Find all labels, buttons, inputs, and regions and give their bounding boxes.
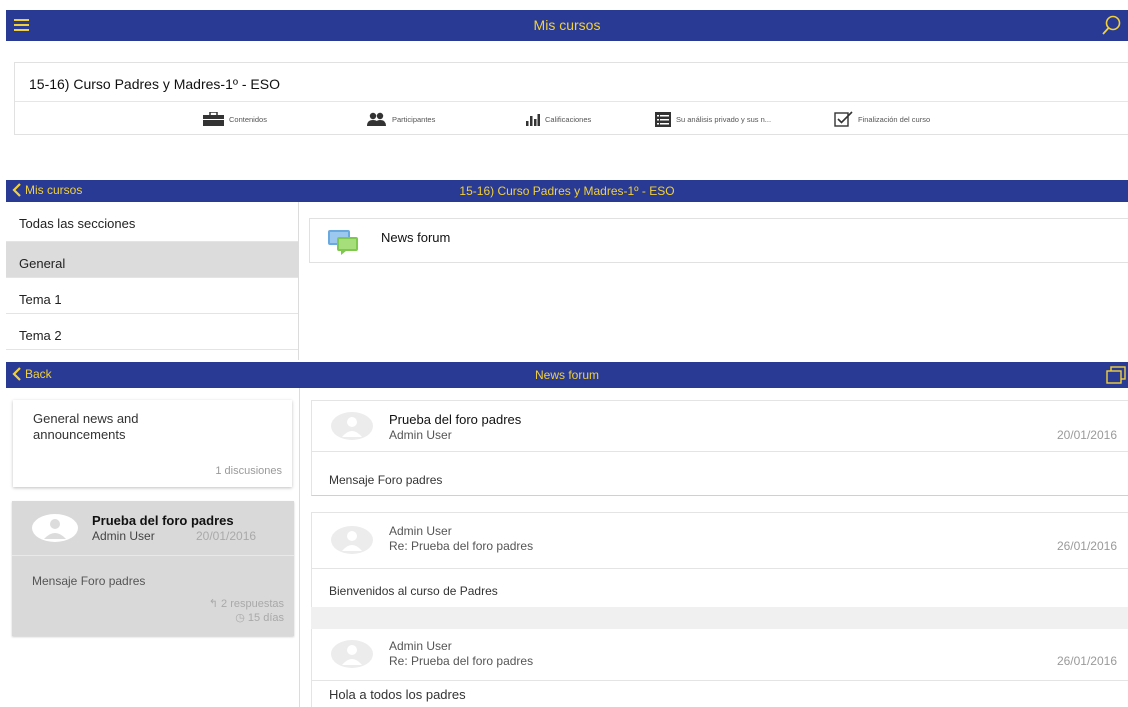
chevron-left-icon (12, 183, 21, 197)
avatar-icon (32, 514, 78, 542)
bar-chart-icon (526, 113, 540, 126)
back-link[interactable]: Back (12, 367, 52, 381)
forum-bar-title: News forum (534, 368, 599, 382)
section-todas[interactable]: Todas las secciones (6, 202, 298, 242)
post-author: Admin User (389, 639, 452, 653)
top-navbar: Mis cursos (6, 10, 1128, 41)
tab-label: Participantes (392, 114, 436, 124)
post-header: Prueba del foro padres Admin User 20/01/… (311, 400, 1128, 452)
course-title: 15-16) Curso Padres y Madres-1º - ESO (29, 76, 280, 92)
tab-finalizacion[interactable]: Finalización del curso (834, 111, 930, 127)
section-tema-1[interactable]: Tema 1 (6, 278, 298, 314)
post-author: Admin User (389, 524, 452, 538)
sections-list: Todas las secciones General Tema 1 Tema … (6, 202, 299, 360)
post-header: Admin User Re: Prueba del foro padres 26… (311, 629, 1128, 681)
replies-label: 2 respuestas (221, 598, 284, 610)
avatar-icon (331, 526, 373, 554)
discussion-count: 1 discusiones (215, 465, 282, 477)
tab-label: Calificaciones (545, 114, 592, 124)
back-label: Mis cursos (25, 183, 83, 197)
posts-column: Prueba del foro padres Admin User 20/01/… (300, 388, 1128, 707)
replies-count: ↰ 2 respuestas (209, 597, 284, 610)
post-body: Mensaje Foro padres (311, 452, 1128, 496)
tab-contenidos[interactable]: Contenidos (203, 111, 267, 127)
age-label: 15 días (247, 612, 284, 624)
search-icon[interactable] (1102, 14, 1122, 36)
tab-calificaciones[interactable]: Calificaciones (526, 111, 591, 127)
chevron-left-icon (12, 367, 21, 381)
tab-participantes[interactable]: Participantes (367, 111, 435, 127)
back-label: Back (25, 367, 52, 381)
module-label: News forum (381, 230, 451, 245)
avatar-icon (331, 640, 373, 668)
post-author: Admin User (389, 428, 452, 442)
tab-label: Contenidos (229, 114, 267, 124)
window-icon[interactable] (1106, 366, 1126, 384)
forum-name: General news and announcements (33, 411, 139, 442)
checkbox-icon (834, 111, 853, 127)
course-card: 15-16) Curso Padres y Madres-1º - ESO Co… (14, 62, 1128, 135)
forum-icon (328, 230, 358, 255)
forum-left-column: General news and announcements 1 discusi… (6, 388, 300, 707)
post-header: Admin User Re: Prueba del foro padres 26… (311, 512, 1128, 569)
briefcase-icon (203, 112, 224, 126)
post-message: Hola a todos los padres (329, 687, 466, 702)
discussion-subject: Prueba del foro padres (92, 513, 234, 528)
news-forum-module[interactable]: News forum (309, 218, 1128, 263)
back-to-mis-cursos-link[interactable]: Mis cursos (12, 183, 82, 197)
page-title: Mis cursos (533, 17, 601, 33)
users-icon (367, 112, 386, 126)
tab-label: Su análisis privado y sus n... (676, 114, 772, 124)
post-date: 26/01/2016 (1056, 654, 1117, 668)
course-tabs: Contenidos Participantes Calificaciones … (15, 101, 1128, 136)
discussion-message: Mensaje Foro padres (32, 574, 146, 588)
discussion-author: Admin User (92, 529, 155, 543)
post-date: 20/01/2016 (1056, 428, 1117, 442)
forum-info-card: General news and announcements 1 discusi… (13, 400, 292, 487)
clock-icon: ◷ (235, 612, 248, 624)
post-message: Mensaje Foro padres (329, 473, 443, 487)
post-body: Bienvenidos al curso de Padres (311, 569, 1128, 607)
tab-analisis[interactable]: Su análisis privado y sus n... (655, 111, 771, 127)
divider (12, 555, 294, 556)
course-navbar: Mis cursos 15-16) Curso Padres y Madres-… (6, 180, 1128, 202)
discussion-date: 20/01/2016 (196, 529, 257, 543)
section-tema-2[interactable]: Tema 2 (6, 314, 298, 350)
post-subject: Re: Prueba del foro padres (389, 654, 534, 668)
tab-label: Finalización del curso (858, 114, 931, 124)
post-separator (311, 607, 1128, 629)
hamburger-menu-icon[interactable] (14, 19, 29, 31)
post-message: Bienvenidos al curso de Padres (329, 584, 498, 598)
section-general[interactable]: General (6, 242, 298, 278)
post-date: 26/01/2016 (1056, 539, 1117, 553)
list-icon (655, 111, 671, 127)
discussion-card[interactable]: Prueba del foro padres Admin User 20/01/… (12, 501, 294, 636)
discussion-age: ◷ 15 días (235, 611, 284, 624)
reply-icon: ↰ (208, 598, 222, 610)
post-body: Hola a todos los padres (311, 681, 1128, 707)
forum-navbar: Back News forum (6, 362, 1128, 388)
course-bar-title: 15-16) Curso Padres y Madres-1º - ESO (459, 184, 675, 198)
post-subject: Re: Prueba del foro padres (389, 539, 534, 553)
post-subject: Prueba del foro padres (389, 412, 522, 427)
avatar-icon (331, 412, 373, 440)
